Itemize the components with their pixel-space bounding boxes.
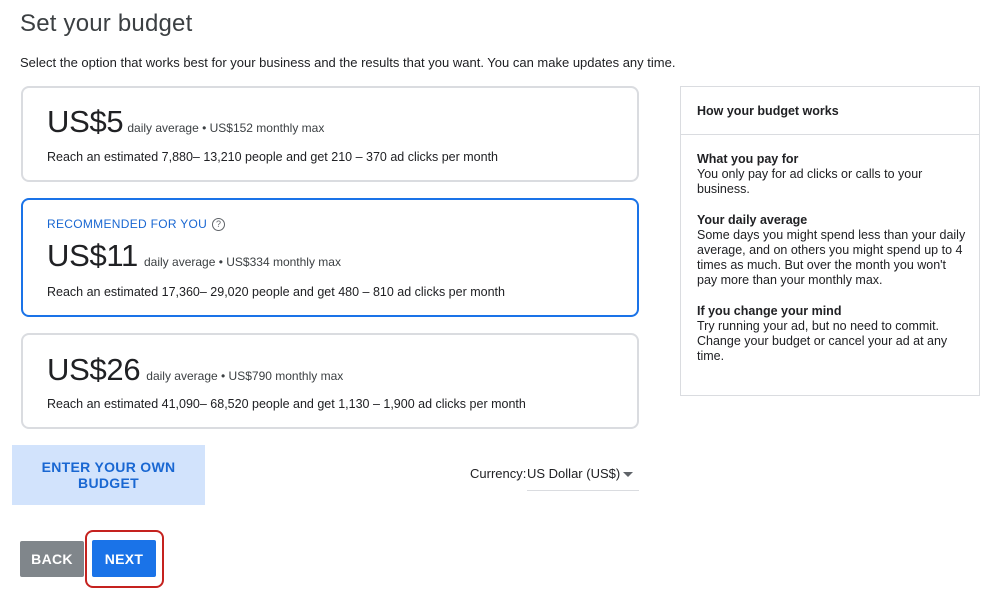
budget-option-11[interactable]: RECOMMENDED FOR YOU ? US$11 daily averag…	[21, 198, 639, 317]
section-text: Try running your ad, but no need to comm…	[697, 319, 948, 363]
section-text: Some days you might spend less than your…	[697, 228, 966, 287]
section-text: You only pay for ad clicks or calls to y…	[697, 167, 923, 196]
enter-own-budget-button[interactable]: ENTER YOUR OWN BUDGET	[12, 445, 205, 505]
section-title: Your daily average	[697, 213, 808, 227]
budget-meta: daily average • US$334 monthly max	[144, 255, 341, 269]
budget-meta: daily average • US$152 monthly max	[127, 121, 325, 135]
panel-header: How your budget works	[681, 87, 979, 135]
price-line: US$11 daily average • US$334 monthly max	[47, 238, 341, 274]
section-title: What you pay for	[697, 152, 799, 166]
page-subtitle: Select the option that works best for yo…	[20, 55, 676, 70]
recommended-label: RECOMMENDED FOR YOU ?	[47, 217, 226, 231]
currency-dropdown[interactable]: US Dollar (US$)	[527, 462, 639, 491]
panel-section-change: If you change your mind Try running your…	[697, 304, 967, 364]
currency-label: Currency:	[470, 466, 527, 481]
budget-reach: Reach an estimated 7,880– 13,210 people …	[47, 150, 499, 164]
budget-reach: Reach an estimated 41,090– 68,520 people…	[47, 397, 526, 411]
budget-amount: US$26	[47, 352, 141, 387]
back-button[interactable]: BACK	[20, 541, 84, 577]
price-line: US$5 daily average • US$152 monthly max	[47, 104, 324, 140]
budget-info-panel: How your budget works What you pay for Y…	[680, 86, 980, 396]
budget-reach: Reach an estimated 17,360– 29,020 people…	[47, 285, 505, 299]
budget-amount: US$5	[47, 104, 124, 139]
budget-meta: daily average • US$790 monthly max	[146, 369, 344, 383]
budget-amount: US$11	[47, 238, 138, 273]
currency-value: US Dollar (US$)	[527, 466, 621, 481]
help-icon[interactable]: ?	[212, 217, 226, 231]
next-button[interactable]: NEXT	[92, 540, 156, 577]
panel-section-daily: Your daily average Some days you might s…	[697, 213, 967, 288]
section-title: If you change your mind	[697, 304, 842, 318]
page-title: Set your budget	[20, 10, 193, 37]
caret-down-icon	[623, 472, 633, 477]
recommended-text: RECOMMENDED FOR YOU	[47, 217, 208, 231]
budget-option-5[interactable]: US$5 daily average • US$152 monthly max …	[21, 86, 639, 182]
panel-section-pay: What you pay for You only pay for ad cli…	[697, 152, 967, 197]
budget-option-26[interactable]: US$26 daily average • US$790 monthly max…	[21, 333, 639, 429]
price-line: US$26 daily average • US$790 monthly max	[47, 352, 343, 388]
